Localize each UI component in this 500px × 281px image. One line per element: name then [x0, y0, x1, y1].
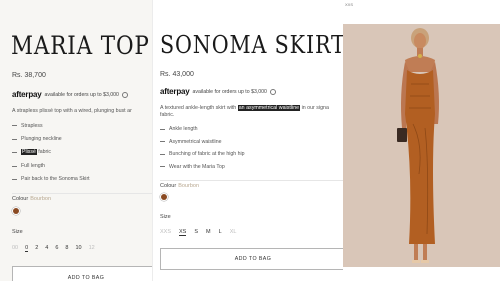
feature-item: Ankle length — [160, 123, 245, 136]
afterpay-text: available for orders up to $3,000 — [192, 88, 267, 95]
info-icon[interactable] — [121, 91, 128, 98]
divider — [160, 180, 344, 181]
afterpay-info: afterpay available for orders up to $3,0… — [12, 90, 128, 99]
feature-text: Bunching of fabric at the high hip — [169, 151, 245, 158]
colour-label: Colour Bourbon — [160, 183, 199, 189]
size-option[interactable]: M — [206, 229, 211, 236]
size-option-selected[interactable]: 0 — [25, 245, 29, 252]
description-text: fabric. — [160, 112, 175, 118]
feature-text: fabric — [36, 149, 51, 156]
feature-item: Bunching of fabric at the high hip — [160, 148, 245, 161]
size-option[interactable]: 6 — [55, 245, 58, 252]
size-option[interactable]: 10 — [75, 245, 81, 252]
feature-list: Strapless Plunging neckline Plissé fabri… — [12, 119, 90, 186]
product-title: Maria Top — [11, 31, 150, 60]
feature-text: Full length — [21, 162, 45, 169]
afterpay-text: available for orders up to $3,000 — [44, 91, 119, 98]
size-option[interactable]: L — [219, 229, 222, 236]
feature-item: Asymmetrical waistline — [160, 136, 245, 149]
dash-icon — [160, 128, 165, 130]
product-description: A strapless plissé top with a wired, plu… — [12, 108, 132, 114]
model-leg — [423, 244, 427, 260]
size-option[interactable]: 8 — [65, 245, 68, 252]
size-label: Size — [160, 214, 171, 220]
dash-icon — [12, 152, 17, 153]
dash-icon — [12, 138, 17, 140]
feature-text: Strapless — [21, 122, 43, 129]
afterpay-logo: afterpay — [160, 87, 190, 96]
size-selector: XXS XS S M L XL — [160, 229, 236, 236]
feature-item: Pair back to the Sonoma Skirt — [12, 173, 90, 186]
highlighted-text: Plissé — [21, 149, 37, 156]
model-leg — [414, 244, 418, 260]
colour-value: Bourbon — [178, 183, 199, 189]
product-price: Rs. 43,000 — [160, 71, 194, 78]
size-crumb: XXS — [345, 2, 354, 7]
size-option-selected[interactable]: XS — [179, 229, 187, 236]
description-text: in our signa — [300, 105, 329, 111]
dash-icon — [160, 166, 165, 168]
size-label: Size — [12, 229, 23, 235]
sonoma-skirt-panel: Sonoma Skirt Rs. 43,000 afterpay availab… — [152, 0, 344, 281]
size-option[interactable]: 2 — [35, 245, 38, 252]
info-icon[interactable] — [269, 88, 276, 95]
size-option[interactable]: 4 — [45, 245, 48, 252]
size-option[interactable]: 12 — [89, 245, 95, 252]
model-photo[interactable] — [385, 24, 455, 269]
add-to-bag-button[interactable]: ADD TO BAG — [160, 248, 344, 270]
colour-value: Bourbon — [30, 196, 51, 202]
necklace-icon — [418, 54, 422, 58]
model-shoe — [412, 260, 420, 263]
product-title: Sonoma Skirt — [160, 31, 344, 59]
dash-icon — [12, 178, 17, 180]
size-option[interactable]: 00 — [12, 245, 18, 252]
feature-text: Pair back to the Sonoma Skirt — [21, 176, 90, 183]
maria-top-panel: Maria Top Rs. 38,700 afterpay available … — [0, 0, 152, 281]
size-option[interactable]: XXS — [160, 229, 171, 236]
product-photo-panel: XXS — [343, 0, 500, 281]
dash-icon — [160, 153, 165, 155]
product-description: A textured ankle-length skirt with an as… — [160, 105, 329, 119]
feature-text: Asymmetrical waistline — [169, 138, 222, 145]
clutch-bag — [397, 128, 407, 142]
dash-icon — [160, 141, 165, 143]
feature-text: Wear with the Maria Top — [169, 163, 225, 170]
feature-text: Ankle length — [169, 126, 198, 133]
model-shoulders — [405, 56, 435, 72]
colour-label-text: Colour — [12, 196, 29, 202]
feature-item: Full length — [12, 159, 90, 172]
colour-label: Colour Bourbon — [12, 196, 51, 202]
feature-item: Strapless — [12, 119, 90, 132]
feature-text: Plunging neckline — [21, 136, 62, 143]
colour-swatch-bourbon[interactable] — [13, 208, 19, 214]
size-selector: 00 0 2 4 6 8 10 12 — [12, 245, 95, 252]
model-face — [414, 33, 426, 49]
size-option[interactable]: S — [194, 229, 198, 236]
description-text: A textured ankle-length skirt with — [160, 105, 238, 111]
feature-item: Plunging neckline — [12, 132, 90, 145]
afterpay-logo: afterpay — [12, 90, 42, 99]
divider — [12, 193, 152, 194]
highlighted-text: an asymmetrical waistline — [237, 105, 301, 111]
size-option[interactable]: XL — [230, 229, 237, 236]
feature-item: Wear with the Maria Top — [160, 161, 245, 174]
product-price: Rs. 38,700 — [12, 72, 46, 79]
dash-icon — [12, 125, 17, 126]
model-shoe — [421, 260, 429, 263]
colour-label-text: Colour — [160, 183, 177, 189]
afterpay-info: afterpay available for orders up to $3,0… — [160, 87, 276, 96]
feature-item: Plissé fabric — [12, 146, 90, 159]
colour-swatch-bourbon[interactable] — [161, 194, 167, 200]
dash-icon — [12, 165, 17, 167]
add-to-bag-button[interactable]: ADD TO BAG — [12, 266, 152, 281]
feature-list: Ankle length Asymmetrical waistline Bunc… — [160, 123, 245, 173]
